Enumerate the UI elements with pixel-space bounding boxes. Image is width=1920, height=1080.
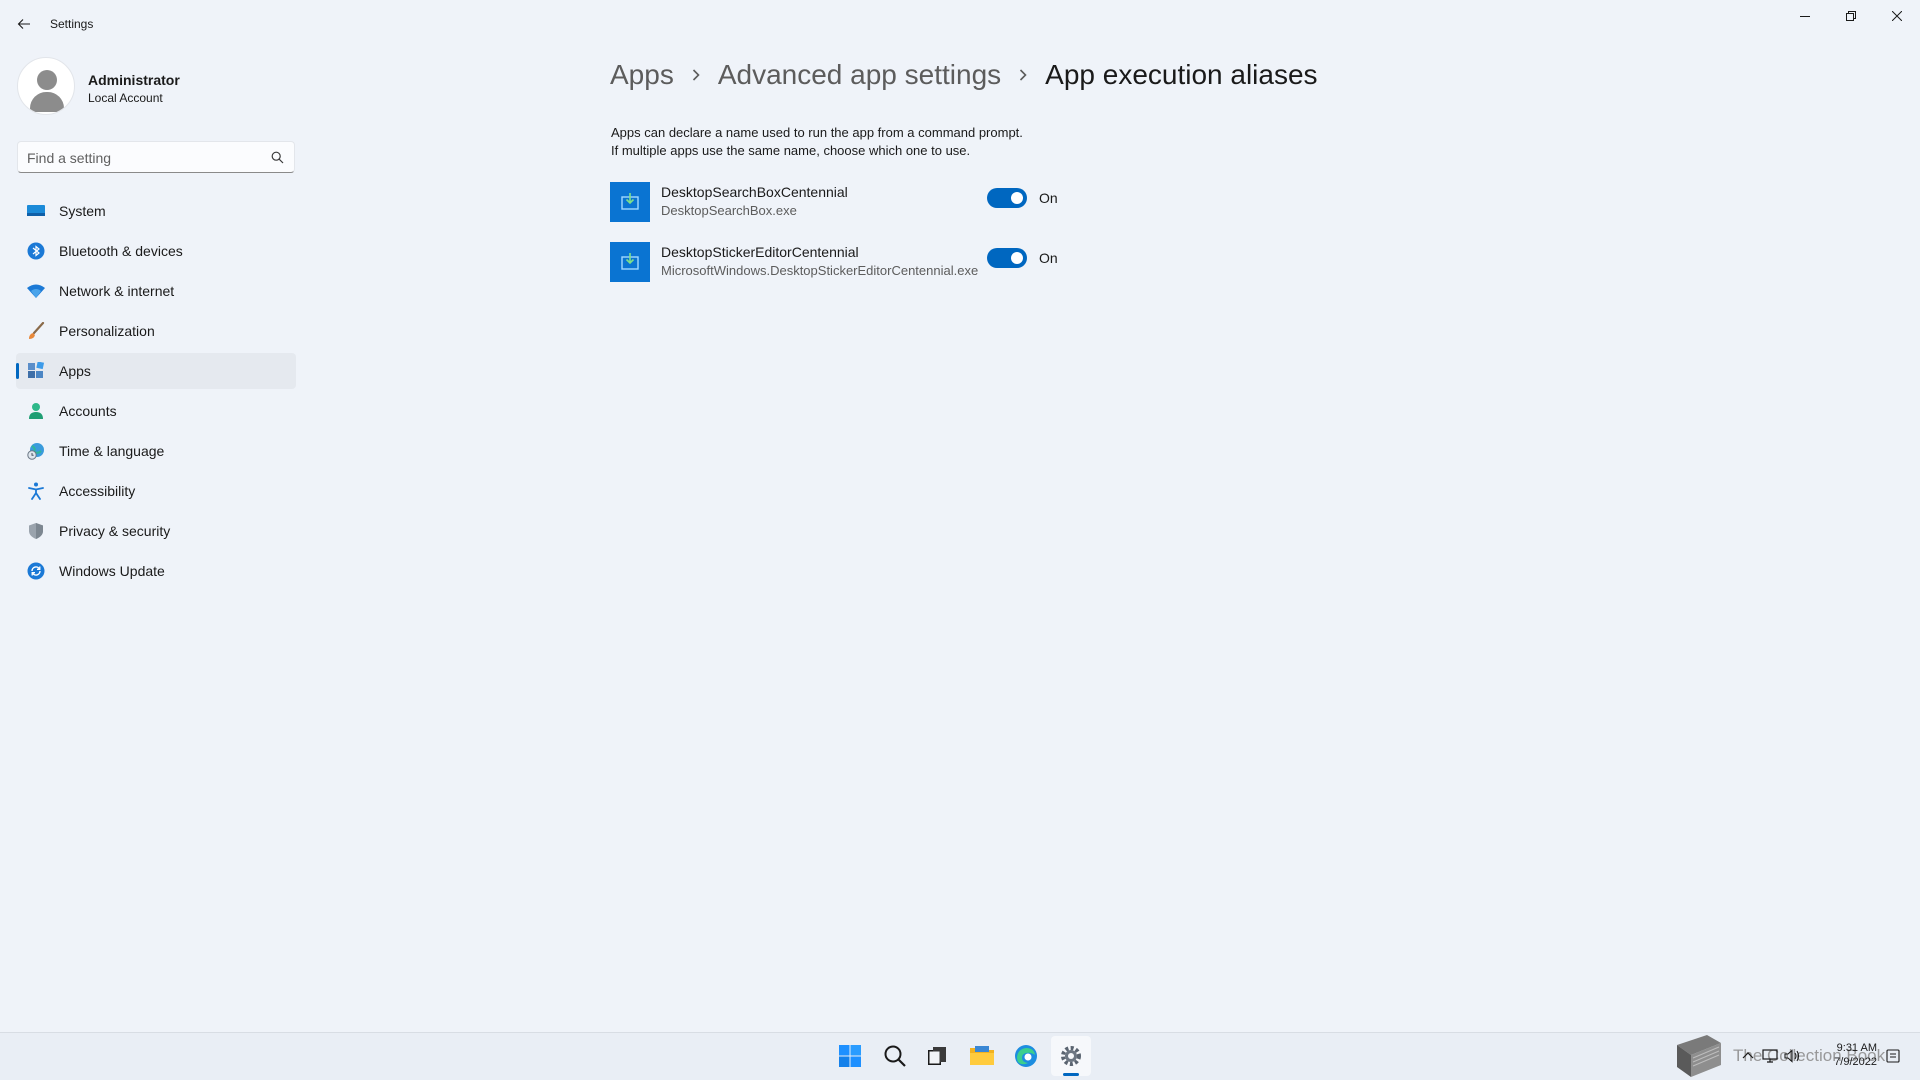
settings-window: Settings Administrator Local Account Sys… <box>0 0 1920 1032</box>
start-button[interactable] <box>830 1036 870 1076</box>
active-app-indicator <box>1063 1073 1079 1076</box>
system-tray[interactable] <box>1742 1032 1802 1080</box>
taskbar-clock[interactable]: 9:31 AM 7/9/2022 <box>1815 1041 1877 1069</box>
minimize-icon <box>1800 16 1810 17</box>
app-tile-icon <box>610 242 650 282</box>
bluetooth-icon <box>26 241 46 261</box>
system-monitor-icon <box>26 201 46 221</box>
title-bar: Settings <box>0 0 1920 48</box>
person-icon <box>26 401 46 421</box>
window-title: Settings <box>50 17 94 31</box>
breadcrumb-apps[interactable]: Apps <box>610 59 674 91</box>
alias-row: DesktopSearchBoxCentennial DesktopSearch… <box>610 182 1070 224</box>
page-title: App execution aliases <box>1045 59 1318 90</box>
alias-executable: MicrosoftWindows.DesktopStickerEditorCen… <box>661 263 979 278</box>
sidebar-item-accessibility[interactable]: Accessibility <box>16 473 296 509</box>
search-icon <box>884 1045 906 1067</box>
task-view-button[interactable] <box>917 1036 957 1076</box>
breadcrumb-advanced-app-settings[interactable]: Advanced app settings <box>718 59 1001 91</box>
active-indicator <box>16 363 19 379</box>
network-tray-icon[interactable] <box>1762 1049 1778 1063</box>
sidebar-item-label: Apps <box>59 363 91 379</box>
sidebar-item-windows-update[interactable]: Windows Update <box>16 553 296 589</box>
taskbar <box>0 1032 1920 1080</box>
file-explorer-icon <box>970 1046 994 1065</box>
sidebar-item-label: System <box>59 203 106 219</box>
settings-taskbar-button[interactable] <box>1051 1036 1091 1076</box>
shield-icon <box>26 521 46 541</box>
clock-date: 7/9/2022 <box>1834 1056 1877 1068</box>
alias-executable: DesktopSearchBox.exe <box>661 203 797 218</box>
alias-row: DesktopStickerEditorCentennial Microsoft… <box>610 242 1070 284</box>
sidebar-item-system[interactable]: System <box>16 193 296 229</box>
app-tile-icon <box>610 182 650 222</box>
profile-account-type: Local Account <box>88 91 163 105</box>
chevron-right-icon <box>1018 68 1028 82</box>
page-description: Apps can declare a name used to run the … <box>611 124 1023 160</box>
sidebar-item-label: Bluetooth & devices <box>59 243 183 259</box>
sidebar-item-bluetooth[interactable]: Bluetooth & devices <box>16 233 296 269</box>
search-icon[interactable] <box>271 151 284 164</box>
windows-start-icon <box>839 1045 861 1067</box>
alias-toggle[interactable] <box>987 248 1027 268</box>
book-icon <box>1677 1035 1721 1077</box>
sidebar-item-label: Privacy & security <box>59 523 171 539</box>
alias-name: DesktopStickerEditorCentennial <box>661 244 859 260</box>
description-line-1: Apps can declare a name used to run the … <box>611 125 1023 140</box>
search-input[interactable] <box>27 148 257 168</box>
avatar <box>17 57 75 115</box>
chevron-up-icon[interactable] <box>1742 1050 1754 1062</box>
chevron-right-icon <box>691 68 701 82</box>
sidebar-item-label: Personalization <box>59 323 155 339</box>
sidebar-item-label: Accessibility <box>59 483 136 499</box>
description-line-2: If multiple apps use the same name, choo… <box>611 143 971 158</box>
close-icon <box>1892 11 1902 21</box>
sidebar-nav: System Bluetooth & devices Network & int… <box>16 193 296 593</box>
restore-button[interactable] <box>1828 0 1874 32</box>
update-icon <box>26 561 46 581</box>
clock-time: 9:31 AM <box>1836 1042 1877 1054</box>
toggle-knob <box>1011 252 1023 264</box>
task-view-icon <box>928 1047 946 1065</box>
sidebar-item-privacy-security[interactable]: Privacy & security <box>16 513 296 549</box>
settings-search-box[interactable] <box>17 141 295 173</box>
sidebar-item-network[interactable]: Network & internet <box>16 273 296 309</box>
restore-icon <box>1846 11 1856 21</box>
sidebar-item-apps[interactable]: Apps <box>16 353 296 389</box>
sidebar-item-label: Windows Update <box>59 563 165 579</box>
wifi-icon <box>26 281 46 301</box>
alias-toggle[interactable] <box>987 188 1027 208</box>
breadcrumb: Apps Advanced app settings App execution… <box>610 55 1318 95</box>
profile-name: Administrator <box>88 72 180 88</box>
edge-button[interactable] <box>1006 1036 1046 1076</box>
close-button[interactable] <box>1874 0 1920 32</box>
sidebar-item-label: Time & language <box>59 443 165 459</box>
sidebar-item-time-language[interactable]: Time & language <box>16 433 296 469</box>
user-profile[interactable]: Administrator Local Account <box>17 57 277 117</box>
volume-icon[interactable] <box>1784 1049 1800 1063</box>
apps-icon <box>26 361 46 381</box>
edge-icon <box>1015 1045 1037 1067</box>
globe-clock-icon <box>26 441 46 461</box>
file-explorer-button[interactable] <box>962 1036 1002 1076</box>
toggle-state-label: On <box>1039 250 1058 266</box>
avatar-body-shape <box>30 92 64 112</box>
sidebar-item-personalization[interactable]: Personalization <box>16 313 296 349</box>
accessibility-icon <box>26 481 46 501</box>
settings-gear-icon <box>1061 1046 1081 1066</box>
brush-icon <box>26 321 46 341</box>
sidebar-item-label: Accounts <box>59 403 117 419</box>
taskbar-search-button[interactable] <box>875 1036 915 1076</box>
sidebar-item-accounts[interactable]: Accounts <box>16 393 296 429</box>
toggle-state-label: On <box>1039 190 1058 206</box>
minimize-button[interactable] <box>1782 0 1828 32</box>
sidebar-item-label: Network & internet <box>59 283 175 299</box>
back-arrow-icon <box>17 19 30 29</box>
avatar-head-shape <box>37 70 57 90</box>
toggle-knob <box>1011 192 1023 204</box>
back-button[interactable] <box>12 12 36 36</box>
alias-name: DesktopSearchBoxCentennial <box>661 184 848 200</box>
notification-icon[interactable] <box>1886 1049 1900 1063</box>
